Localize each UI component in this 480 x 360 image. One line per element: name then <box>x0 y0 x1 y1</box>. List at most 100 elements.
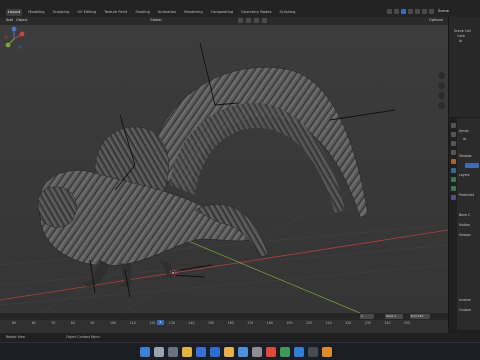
start-label: Start <box>386 314 394 318</box>
frame-tick-label: 110 <box>129 321 136 325</box>
shading-dropdown-icon[interactable] <box>422 9 427 14</box>
protected-layers-label: Protected <box>459 193 475 197</box>
frame-tick-label: 210 <box>325 321 332 325</box>
folder-icon[interactable] <box>224 347 234 357</box>
tool-tab-icon[interactable] <box>450 123 456 128</box>
tab-rendering[interactable]: Rendering <box>182 9 204 16</box>
view-layer-tab-icon[interactable] <box>450 150 456 155</box>
blender-icon[interactable] <box>322 347 332 357</box>
frame-tick-label: 190 <box>286 321 293 325</box>
file-explorer-icon[interactable] <box>182 347 192 357</box>
current-frame-marker[interactable]: 1 <box>157 320 164 325</box>
tab-layout[interactable]: Layout <box>6 9 23 16</box>
orientation-dropdown[interactable]: Global <box>150 18 161 22</box>
frame-ruler[interactable]: 80 60 70 80 90 100 110 120 130 140 150 160 170 180 190… <box>0 321 448 326</box>
frame-tick-label: 160 <box>227 321 234 325</box>
tab-compositing[interactable]: Compositing <box>209 9 236 16</box>
navigation-gizmo[interactable] <box>0 25 28 53</box>
bone-collections-section[interactable]: Bone C <box>459 213 470 217</box>
tab-geometry-nodes[interactable]: Geometry Nodes <box>239 9 273 16</box>
settings-icon[interactable] <box>252 347 262 357</box>
overlay-icon[interactable] <box>387 9 392 14</box>
frame-tick-label: 180 <box>266 321 273 325</box>
frame-tick-label: 130 <box>168 321 175 325</box>
app-icon[interactable] <box>280 347 290 357</box>
windows-taskbar <box>0 342 480 360</box>
viewport-display-section[interactable]: Viewpor <box>459 154 472 158</box>
photos-icon[interactable] <box>238 347 248 357</box>
tab-animation[interactable]: Animation <box>156 9 178 16</box>
3d-viewport[interactable] <box>0 25 448 313</box>
end-frame-field[interactable]: End 250 <box>410 314 430 319</box>
outliner-armature[interactable]: Ar <box>459 39 463 43</box>
properties-panel: Armat Ar Viewpor Layers Protected Bone C… <box>448 118 480 330</box>
solid-shading-icon[interactable] <box>401 9 406 14</box>
frame-tick-label: 250 <box>404 321 411 325</box>
tab-uv-editing[interactable]: UV Editing <box>75 9 98 16</box>
armature-data-name[interactable]: Ar <box>463 137 467 141</box>
render-shading-icon[interactable] <box>415 9 420 14</box>
chrome-icon[interactable] <box>266 347 276 357</box>
frame-tick-label: 150 <box>208 321 215 325</box>
xray-icon[interactable] <box>394 9 399 14</box>
viewport-display-subsection[interactable]: Viewpo <box>459 233 471 237</box>
camera-view-icon[interactable] <box>438 92 445 99</box>
bone-tab-icon[interactable] <box>450 186 456 191</box>
motion-paths-section[interactable]: Motion <box>459 223 470 227</box>
frame-tick-label: 80 <box>12 321 17 325</box>
custom-properties-section[interactable]: Custom <box>459 308 471 312</box>
frame-tick-label: 170 <box>247 321 254 325</box>
timeline-header: 1 Start 1 End 250 <box>0 313 448 320</box>
outliner-scene-collection[interactable]: Scene Coll <box>454 29 471 33</box>
tab-modeling[interactable]: Modeling <box>26 9 46 16</box>
armature-data-tab-icon[interactable] <box>450 177 456 182</box>
viewport-scene <box>0 25 448 313</box>
frame-tick-label: 200 <box>306 321 313 325</box>
snap-icon[interactable] <box>246 18 251 23</box>
vscode-icon[interactable] <box>294 347 304 357</box>
tab-scripting[interactable]: Scripting <box>277 9 297 16</box>
start-frame-field[interactable]: Start 1 <box>385 314 403 319</box>
properties-tabs <box>449 118 457 330</box>
current-frame-field[interactable]: 1 <box>360 314 374 319</box>
render-tab-icon[interactable] <box>450 132 456 137</box>
constraint-tab-icon[interactable] <box>450 195 456 200</box>
frame-tick-label: 230 <box>364 321 371 325</box>
outliner-collection[interactable]: Colle <box>457 34 465 38</box>
task-view-icon[interactable] <box>168 347 178 357</box>
options-button[interactable]: Options <box>429 18 443 22</box>
pose-position-toggle[interactable] <box>465 163 479 168</box>
inverse-kinematics-section[interactable]: Inverse <box>459 298 471 302</box>
tab-sculpting[interactable]: Sculpting <box>51 9 72 16</box>
armature-name[interactable]: Armat <box>459 129 469 133</box>
modifier-tab-icon[interactable] <box>450 168 456 173</box>
status-bar: Rotate View Object Context Menu <box>0 333 480 342</box>
output-tab-icon[interactable] <box>450 141 456 146</box>
frame-tick-label: 100 <box>110 321 117 325</box>
tab-texture-paint[interactable]: Texture Paint <box>102 9 129 16</box>
pan-hand-icon[interactable] <box>438 82 445 89</box>
terminal-icon[interactable] <box>308 347 318 357</box>
scene-icon[interactable] <box>429 9 434 14</box>
pivot-icon[interactable] <box>238 18 243 23</box>
frame-tick-label: 240 <box>384 321 391 325</box>
object-tab-icon[interactable] <box>450 159 456 164</box>
object-menu[interactable]: Object <box>16 18 28 22</box>
zoom-icon[interactable] <box>438 72 445 79</box>
start-value: 1 <box>394 314 397 318</box>
store-icon[interactable] <box>196 347 206 357</box>
mail-icon[interactable] <box>210 347 220 357</box>
falloff-icon[interactable] <box>262 18 267 23</box>
add-menu[interactable]: Add <box>6 18 13 22</box>
frame-tick-label: 80 <box>70 321 75 325</box>
ortho-grid-icon[interactable] <box>438 102 445 109</box>
search-icon[interactable] <box>154 347 164 357</box>
windows-start-icon[interactable] <box>140 347 150 357</box>
status-rotate-view: Rotate View <box>6 335 26 339</box>
status-context-menu: Object Context Menu <box>66 335 100 339</box>
material-shading-icon[interactable] <box>408 9 413 14</box>
timeline[interactable]: 80 60 70 80 90 100 110 120 130 140 150 160 170 180 190… <box>0 320 448 333</box>
tab-shading[interactable]: Shading <box>133 9 152 16</box>
proportional-edit-icon[interactable] <box>254 18 259 23</box>
scene-selector[interactable]: Scene <box>438 9 449 13</box>
